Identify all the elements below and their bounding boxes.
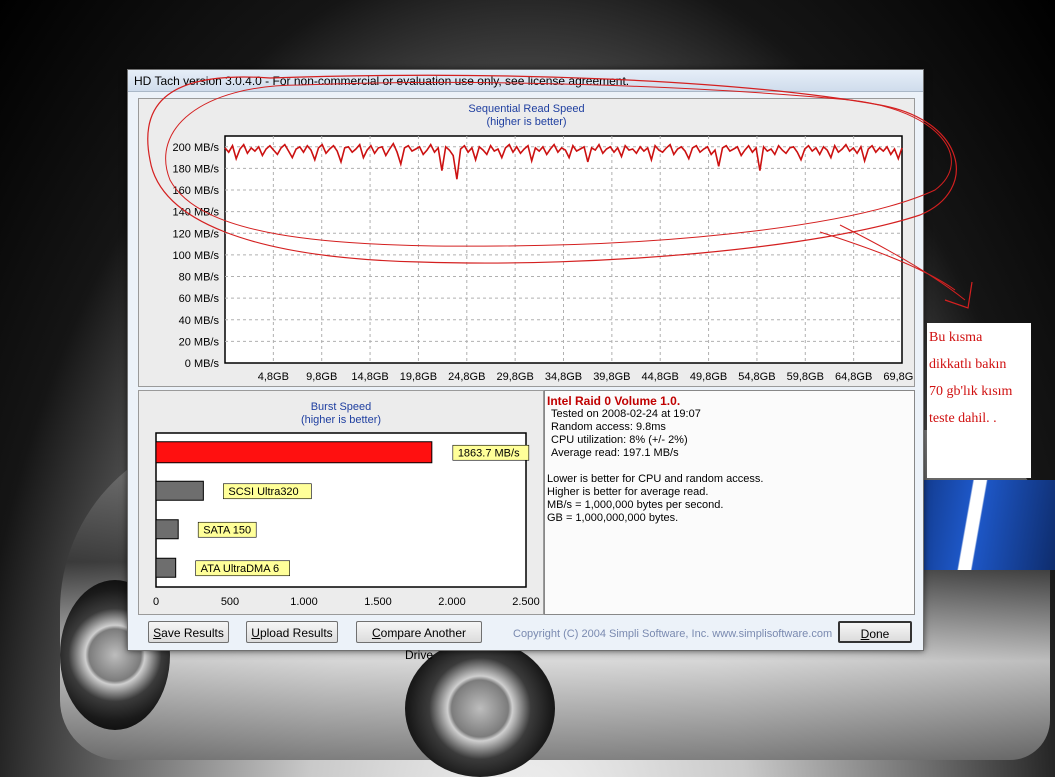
sequential-y-tick-label: 200 MB/s [173, 142, 220, 154]
sequential-y-tick-label: 20 MB/s [179, 336, 220, 348]
compare-drive-mnemonic: C [371, 626, 381, 640]
sequential-x-tick-label: 54,8GB [738, 371, 775, 383]
copyright-text: Copyright (C) 2004 Simpli Software, Inc.… [513, 628, 833, 640]
background-car-stripe [920, 480, 1055, 570]
upload-results-label: pload Results [259, 626, 333, 640]
annotation-note: Bu kısma dikkatlı bakın 70 gb'lık kısım … [927, 323, 1031, 478]
sequential-y-tick-label: 80 MB/s [179, 272, 220, 284]
burst-speed-panel: Burst Speed (higher is better) 0 500 1.000… [138, 390, 544, 615]
sequential-y-tick-label: 140 MB/s [173, 207, 220, 219]
sequential-y-tick-label: 160 MB/s [173, 185, 220, 197]
upload-results-button[interactable]: Upload Results [246, 621, 338, 643]
sequential-x-tick-label: 19,8GB [400, 371, 437, 383]
sequential-y-tick-label: 180 MB/s [173, 163, 220, 175]
scribble-arrow-head [944, 281, 973, 309]
burst-bar-label: 1863.7 MB/s [458, 447, 520, 459]
sequential-y-tick-label: 120 MB/s [173, 228, 220, 240]
burst-speed-chart: 0 500 1.000 1.500 2.000 2.500 1863.7 MB/s SCSI … [153, 432, 540, 608]
done-mnemonic: D [860, 627, 870, 641]
note-higher-better: Higher is better for average read. [547, 486, 709, 498]
cpu-utilization: CPU utilization: 8% (+/- 2%) [551, 434, 688, 446]
burst-bar [155, 519, 179, 540]
random-access: Random access: 9.8ms [551, 421, 666, 433]
results-info-panel: Intel Raid 0 Volume 1.0. Tested on 2008-… [544, 390, 915, 615]
window-titlebar[interactable]: HD Tach version 3.0.4.0 - For non-commer… [128, 70, 923, 92]
sequential-y-tick-label: 40 MB/s [179, 315, 220, 327]
burst-bar-label: SCSI Ultra320 [228, 486, 298, 498]
sequential-read-panel: Sequential Read Speed (higher is better)… [138, 98, 915, 387]
sequential-x-tick-label: 29,8GB [496, 371, 533, 383]
sequential-x-tick-label: 64,8GB [835, 371, 872, 383]
sequential-y-tick-label: 0 MB/s [185, 358, 220, 370]
burst-bar [155, 441, 433, 464]
sequential-x-tick-label: 24,8GB [448, 371, 485, 383]
burst-x-tick-label: 2.000 [438, 596, 466, 608]
burst-bar-label: SATA 150 [203, 524, 251, 536]
annotation-line2: dikkatlı bakın [929, 357, 1007, 372]
sequential-x-tick-label: 49,8GB [690, 371, 727, 383]
done-label: one [869, 627, 890, 641]
upload-results-mnemonic: U [251, 626, 260, 640]
sequential-y-tick-label: 60 MB/s [179, 293, 220, 305]
burst-bar [155, 480, 204, 501]
burst-x-tick-label: 2.500 [512, 596, 540, 608]
compare-drive-button[interactable]: Compare Another Drive [356, 621, 482, 662]
sequential-x-tick-label: 4,8GB [258, 371, 289, 383]
hdtach-window: HD Tach version 3.0.4.0 - For non-commer… [127, 69, 924, 662]
sequential-x-tick-label: 69,8GB [883, 371, 914, 383]
save-results-label: ave Results [161, 626, 224, 640]
save-results-mnemonic: S [153, 626, 162, 640]
sequential-x-tick-label: 9,8GB [306, 371, 337, 383]
sequential-read-chart: 0 MB/s 20 MB/s 40 MB/s 60 MB/s 80 MB/s 100 MB… [173, 135, 914, 383]
burst-x-tick-label: 0 [153, 596, 159, 608]
burst-bar-label: ATA UltraDMA 6 [201, 563, 279, 575]
note-gb-definition: GB = 1,000,000,000 bytes. [547, 512, 679, 524]
burst-bar [155, 557, 177, 578]
done-button[interactable]: Done [838, 621, 912, 643]
sequential-x-tick-label: 44,8GB [642, 371, 679, 383]
test-date: Tested on 2008-02-24 at 19:07 [551, 408, 701, 420]
note-lower-better: Lower is better for CPU and random acces… [547, 473, 764, 485]
annotation-line3: 70 gb'lık kısım [929, 384, 1013, 399]
drive-name: Intel Raid 0 Volume 1.0. [547, 394, 681, 408]
average-read: Average read: 197.1 MB/s [551, 447, 679, 459]
sequential-y-tick-label: 100 MB/s [173, 250, 220, 262]
sequential-x-tick-label: 39,8GB [593, 371, 630, 383]
sequential-x-tick-label: 59,8GB [787, 371, 824, 383]
annotation-line4: teste dahil. . [929, 411, 997, 426]
sequential-x-tick-label: 14,8GB [351, 371, 388, 383]
annotation-line1: Bu kısma [929, 330, 983, 345]
note-mbs-definition: MB/s = 1,000,000 bytes per second. [547, 499, 724, 511]
burst-x-tick-label: 1.000 [290, 596, 318, 608]
burst-x-tick-label: 1.500 [364, 596, 392, 608]
save-results-button[interactable]: Save Results [148, 621, 229, 643]
sequential-x-tick-label: 34,8GB [545, 371, 582, 383]
burst-x-tick-label: 500 [221, 596, 239, 608]
